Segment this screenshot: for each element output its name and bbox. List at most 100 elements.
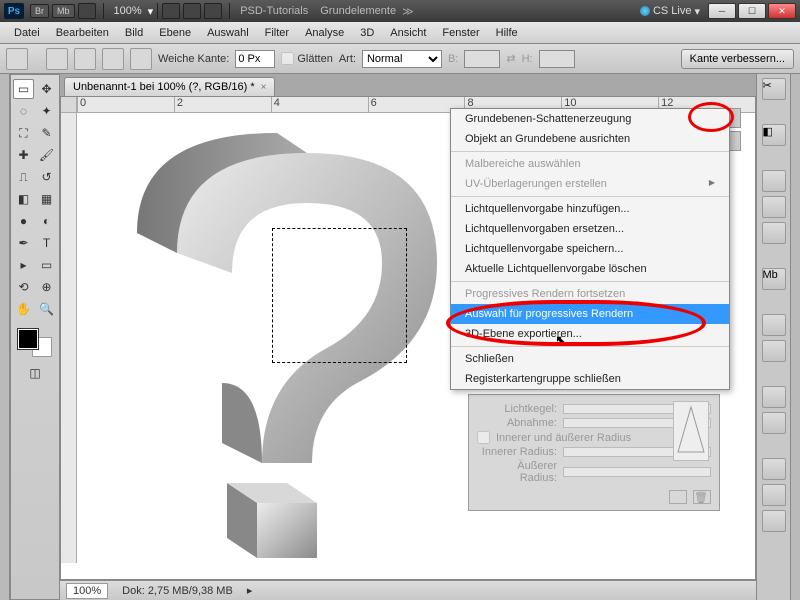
intersect-selection-icon[interactable] — [130, 48, 152, 70]
chevron-right-icon[interactable]: ≫ — [402, 5, 414, 18]
history-brush-icon[interactable]: ↺ — [36, 167, 57, 187]
blur-tool-icon[interactable]: ● — [13, 211, 34, 231]
menu-auswahl[interactable]: Auswahl — [199, 24, 257, 42]
add-selection-icon[interactable] — [74, 48, 96, 70]
antialias-checkbox[interactable]: Glätten — [281, 52, 332, 65]
feather-input[interactable] — [235, 50, 275, 68]
path-select-icon[interactable]: ▸ — [13, 255, 34, 275]
menu-bearbeiten[interactable]: Bearbeiten — [48, 24, 117, 42]
mi-rendern-fortsetzen: Progressives Rendern fortsetzen — [451, 284, 729, 304]
cube-icon[interactable]: ◧ — [762, 124, 786, 146]
paths-icon[interactable] — [762, 510, 786, 532]
lasso-tool-icon[interactable]: ◌ — [13, 101, 34, 121]
marquee-tool-preset-icon[interactable] — [6, 48, 28, 70]
eraser-tool-icon[interactable]: ◧ — [13, 189, 34, 209]
marquee-tool-icon[interactable]: ▭ — [13, 79, 34, 99]
tab-close-icon[interactable]: × — [261, 82, 267, 93]
marquee-selection[interactable] — [272, 228, 407, 363]
abnahme-label: Abnahme: — [477, 417, 557, 429]
subtract-selection-icon[interactable] — [102, 48, 124, 70]
menu-3d[interactable]: 3D — [352, 24, 382, 42]
document-tab-bar: Unbenannt-1 bei 100% (?, RGB/16) * × — [60, 74, 756, 96]
shape-tool-icon[interactable]: ▭ — [36, 255, 57, 275]
mi-auswahl-rendern[interactable]: Auswahl für progressives Rendern — [451, 304, 729, 324]
pen-tool-icon[interactable]: ✒ — [13, 233, 34, 253]
workspace-psd-tutorials[interactable]: PSD-Tutorials — [240, 5, 308, 17]
adjustments-icon[interactable] — [762, 314, 786, 336]
foreground-color[interactable] — [18, 329, 38, 349]
3d-camera-icon[interactable]: ⊕ — [36, 277, 57, 297]
histogram-icon[interactable] — [762, 386, 786, 408]
vertical-ruler[interactable] — [61, 113, 77, 563]
brush-tool-icon[interactable]: 🖌 — [36, 145, 57, 165]
crop-tool-icon[interactable]: ⛶ — [13, 123, 34, 143]
mi-licht-speichern[interactable]: Lichtquellenvorgabe speichern... — [451, 239, 729, 259]
panel-trash-icon[interactable]: 🗑 — [693, 490, 711, 504]
view-extras-icon[interactable] — [78, 3, 96, 19]
eyedropper-tool-icon[interactable]: ✎ — [36, 123, 57, 143]
status-doc-size[interactable]: Dok: 2,75 MB/9,38 MB — [122, 585, 233, 597]
menu-hilfe[interactable]: Hilfe — [488, 24, 526, 42]
panel-new-icon[interactable] — [669, 490, 687, 504]
gradient-tool-icon[interactable]: ▦ — [36, 189, 57, 209]
bridge-button[interactable]: Br — [30, 4, 49, 18]
maximize-button[interactable]: ☐ — [738, 3, 766, 19]
mi-schliessen[interactable]: Schließen — [451, 349, 729, 369]
layers-icon[interactable] — [762, 458, 786, 480]
menu-ansicht[interactable]: Ansicht — [382, 24, 434, 42]
mi-licht-hinzufuegen[interactable]: Lichtquellenvorgabe hinzufügen... — [451, 199, 729, 219]
left-dock-strip[interactable] — [0, 74, 10, 600]
chevron-right-icon[interactable]: ▸ — [247, 584, 253, 597]
chevron-down-icon[interactable]: ▾ — [148, 5, 154, 18]
menu-filter[interactable]: Filter — [257, 24, 297, 42]
heal-tool-icon[interactable]: ✚ — [13, 145, 34, 165]
channels-icon[interactable] — [762, 484, 786, 506]
info-icon[interactable] — [762, 412, 786, 434]
hand-icon[interactable] — [162, 3, 180, 19]
menu-ebene[interactable]: Ebene — [151, 24, 199, 42]
color-swatches[interactable] — [16, 327, 54, 359]
3d-rotate-icon[interactable]: ⟲ — [13, 277, 34, 297]
wand-tool-icon[interactable]: ✦ — [36, 101, 57, 121]
menu-fenster[interactable]: Fenster — [434, 24, 487, 42]
photoshop-icon: Ps — [4, 3, 24, 19]
type-tool-icon[interactable]: T — [36, 233, 57, 253]
zoom-level[interactable]: 100% — [114, 5, 142, 17]
workspace-grundelemente[interactable]: Grundelemente — [320, 5, 396, 17]
ruler-origin[interactable] — [61, 97, 77, 113]
cs-live-button[interactable]: CS Live ▾ — [640, 5, 700, 18]
stamp-tool-icon[interactable]: ⎍ — [13, 167, 34, 187]
swatches-icon[interactable] — [762, 196, 786, 218]
refine-edge-button[interactable]: Kante verbessern... — [681, 49, 794, 69]
mi-licht-loeschen[interactable]: Aktuelle Lichtquellenvorgabe löschen — [451, 259, 729, 279]
arrange-icon[interactable] — [183, 3, 201, 19]
masks-icon[interactable] — [762, 340, 786, 362]
screen-mode-icon[interactable] — [204, 3, 222, 19]
dodge-tool-icon[interactable]: ◐ — [36, 211, 57, 231]
mi-3d-export[interactable]: 3D-Ebene exportieren... — [451, 324, 729, 344]
mi-gruppe-schliessen[interactable]: Registerkartengruppe schließen — [451, 369, 729, 389]
hand-tool-icon[interactable]: ✋ — [13, 299, 34, 319]
zoom-tool-icon[interactable]: 🔍 — [36, 299, 57, 319]
close-button[interactable]: ✕ — [768, 3, 796, 19]
mi-grundebenen-schatten[interactable]: Grundebenen-Schattenerzeugung — [451, 109, 729, 129]
menu-bild[interactable]: Bild — [117, 24, 151, 42]
scissors-icon[interactable]: ✂ — [762, 78, 786, 100]
document-tab[interactable]: Unbenannt-1 bei 100% (?, RGB/16) * × — [64, 77, 275, 96]
color-icon[interactable] — [762, 170, 786, 192]
style-select[interactable]: Normal — [362, 50, 442, 68]
move-tool-icon[interactable]: ✥ — [36, 79, 57, 99]
right-dock-strip[interactable] — [790, 74, 800, 600]
quickmask-icon[interactable]: ◫ — [25, 363, 46, 383]
mb-icon[interactable]: Mb — [762, 268, 786, 290]
mi-licht-ersetzen[interactable]: Lichtquellenvorgaben ersetzen... — [451, 219, 729, 239]
menu-datei[interactable]: Datei — [6, 24, 48, 42]
menu-analyse[interactable]: Analyse — [297, 24, 352, 42]
minimize-button[interactable]: ─ — [708, 3, 736, 19]
mi-objekt-ausrichten[interactable]: Objekt an Grundebene ausrichten — [451, 129, 729, 149]
new-selection-icon[interactable] — [46, 48, 68, 70]
minibridge-button[interactable]: Mb — [52, 4, 75, 18]
status-zoom[interactable]: 100% — [66, 583, 108, 599]
options-bar: Weiche Kante: Glätten Art: Normal B: ⇄ H… — [0, 44, 800, 74]
styles-icon[interactable] — [762, 222, 786, 244]
